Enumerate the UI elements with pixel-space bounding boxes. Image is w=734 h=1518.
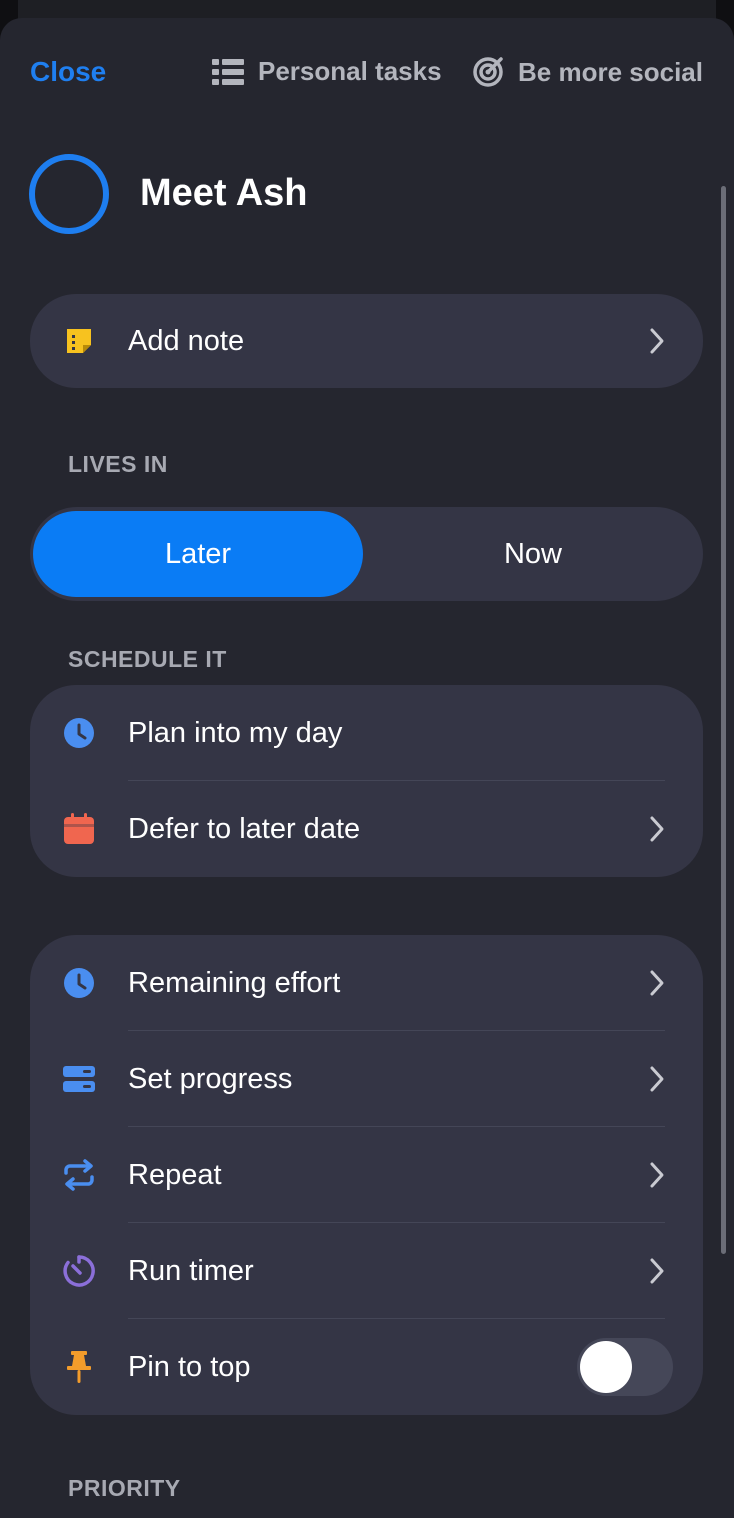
toggle-knob [580, 1341, 632, 1393]
set-progress-label: Set progress [128, 1062, 293, 1095]
goal-label: Be more social [518, 56, 703, 87]
add-note-row[interactable]: Add note [30, 294, 703, 388]
scrollbar[interactable] [721, 186, 726, 1254]
project-link[interactable]: Personal tasks [212, 56, 442, 87]
task-detail-sheet: Close Personal tasks Be more social Meet… [0, 18, 734, 1518]
chevron-right-icon [650, 816, 664, 842]
pin-to-top-toggle[interactable] [577, 1338, 673, 1396]
task-complete-checkbox[interactable] [29, 154, 109, 234]
pin-to-top-label: Pin to top [128, 1350, 251, 1383]
segment-now[interactable]: Now [366, 511, 700, 597]
lives-in-segmented-control: Later Now [30, 507, 703, 601]
pin-icon [62, 1350, 96, 1384]
defer-row[interactable]: Defer to later date [30, 781, 703, 877]
schedule-card: Plan into my day Defer to later date [30, 685, 703, 877]
progress-icon [62, 1062, 96, 1096]
schedule-heading: SCHEDULE IT [68, 646, 227, 672]
goal-link[interactable]: Be more social [472, 56, 703, 88]
task-options-card: Remaining effort Set progress Repeat Run… [30, 935, 703, 1415]
repeat-label: Repeat [128, 1158, 222, 1191]
remaining-effort-label: Remaining effort [128, 966, 341, 999]
clock-icon [62, 716, 96, 750]
chevron-right-icon [650, 328, 664, 354]
chevron-right-icon [650, 1066, 664, 1092]
priority-heading: PRIORITY [68, 1475, 181, 1501]
remaining-effort-row[interactable]: Remaining effort [30, 935, 703, 1031]
pin-to-top-row: Pin to top [30, 1319, 703, 1415]
chevron-right-icon [650, 1162, 664, 1188]
chevron-right-icon [650, 1258, 664, 1284]
clock-icon [62, 966, 96, 1000]
target-icon [473, 57, 503, 87]
plan-into-day-row[interactable]: Plan into my day [30, 685, 703, 781]
chevron-right-icon [650, 970, 664, 996]
close-button[interactable]: Close [30, 56, 106, 88]
timer-icon [62, 1254, 96, 1288]
defer-label: Defer to later date [128, 812, 361, 845]
add-note-card[interactable]: Add note [30, 294, 703, 388]
task-title[interactable]: Meet Ash [140, 172, 308, 215]
segment-later[interactable]: Later [33, 511, 363, 597]
repeat-icon [62, 1158, 96, 1192]
repeat-row[interactable]: Repeat [30, 1127, 703, 1223]
run-timer-label: Run timer [128, 1254, 254, 1287]
note-icon [62, 324, 96, 358]
calendar-icon [62, 812, 96, 846]
lives-in-heading: LIVES IN [68, 451, 168, 477]
project-label: Personal tasks [258, 56, 442, 86]
plan-into-day-label: Plan into my day [128, 716, 343, 749]
set-progress-row[interactable]: Set progress [30, 1031, 703, 1127]
add-note-label: Add note [128, 324, 245, 357]
run-timer-row[interactable]: Run timer [30, 1223, 703, 1319]
list-icon [212, 58, 244, 85]
